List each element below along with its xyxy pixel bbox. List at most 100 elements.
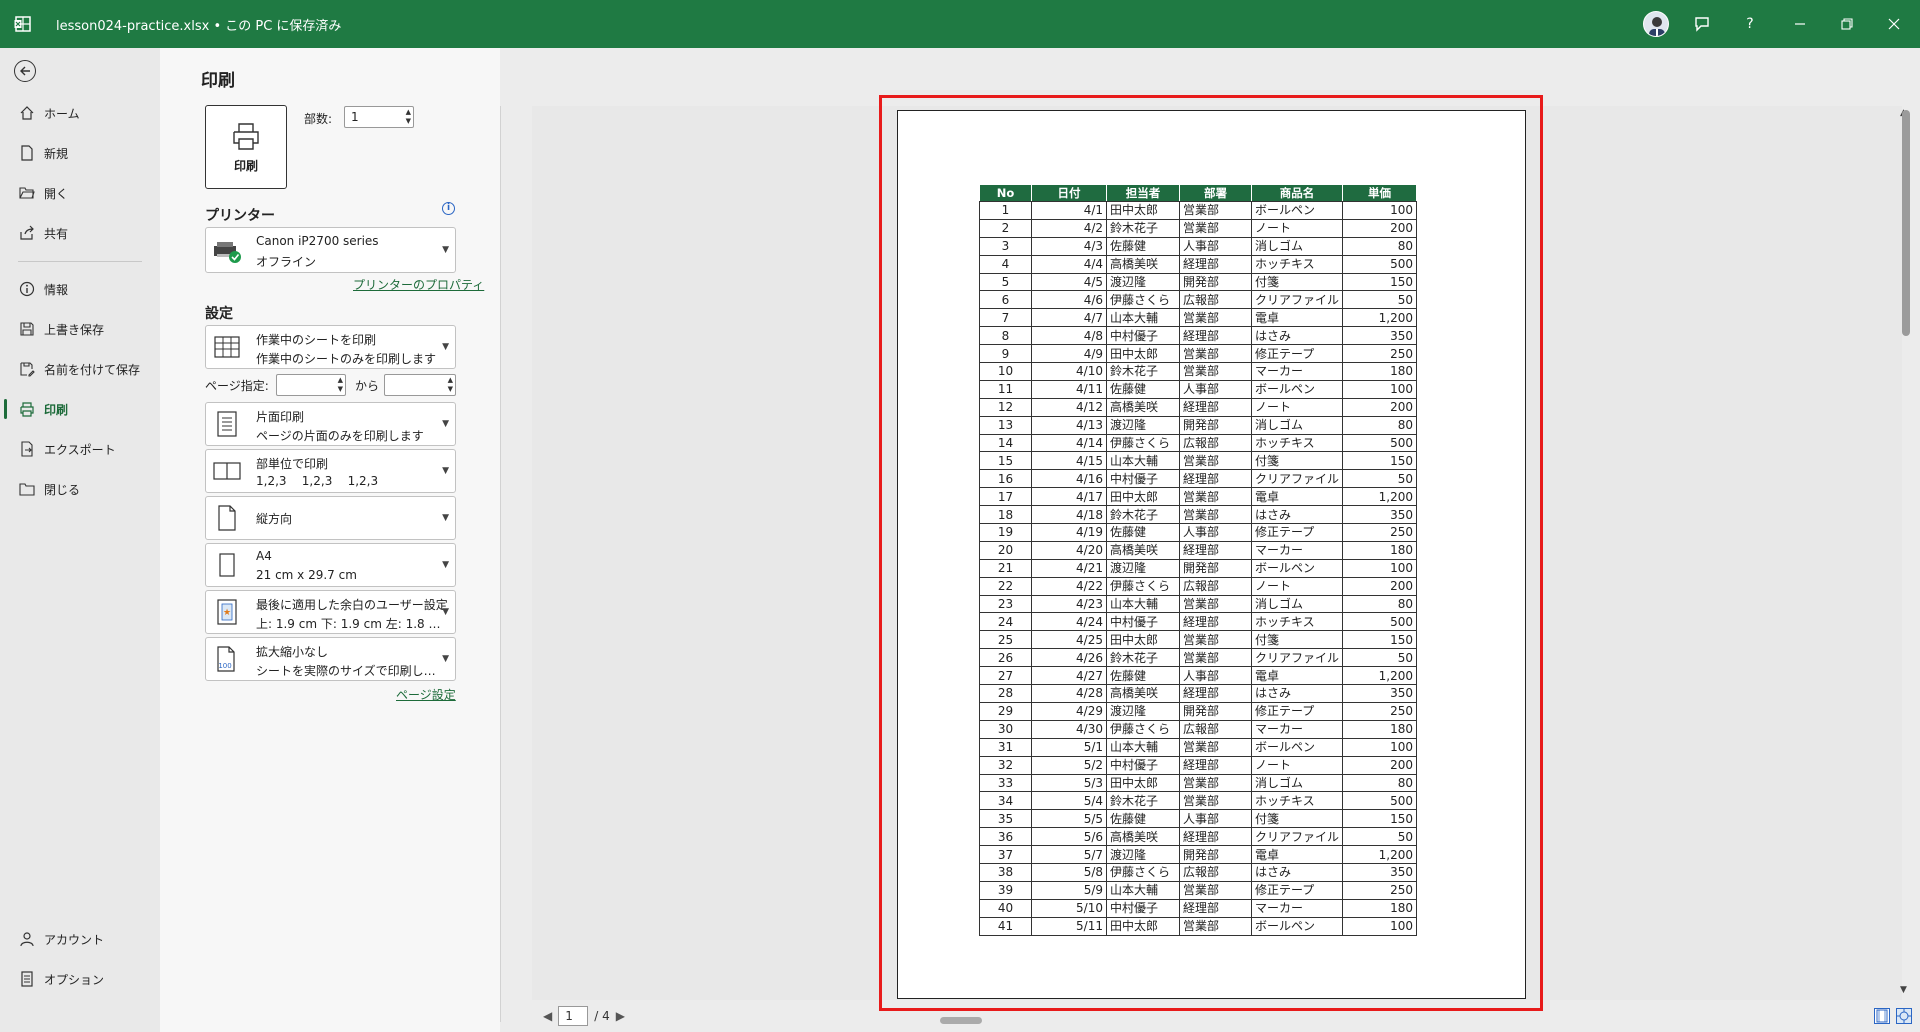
table-cell: 38 xyxy=(979,862,1032,882)
feedback-button[interactable] xyxy=(1682,10,1722,38)
table-cell: 高橋美咲 xyxy=(1106,684,1180,703)
table-cell: 田中太郎 xyxy=(1106,201,1180,220)
user-avatar[interactable] xyxy=(1643,11,1669,37)
next-page-icon[interactable]: ▶ xyxy=(616,1009,625,1023)
minimize-button[interactable] xyxy=(1780,10,1820,38)
table-cell: 消しゴム xyxy=(1250,415,1344,435)
table-cell: 25 xyxy=(979,630,1032,650)
help-button[interactable]: ? xyxy=(1730,10,1770,38)
table-cell: 佐藤健 xyxy=(1106,236,1180,256)
nav-item-account[interactable]: アカウント xyxy=(0,921,160,957)
nav-item-export[interactable]: エクスポート xyxy=(0,431,160,467)
table-cell: 1,200 xyxy=(1342,845,1418,864)
table-cell: ボールペン xyxy=(1250,201,1344,220)
page-setup-link[interactable]: ページ設定 xyxy=(396,686,456,703)
table-cell: 100 xyxy=(1342,916,1418,936)
restore-button[interactable] xyxy=(1827,10,1867,38)
table-row: 6 4/6 伊藤さくら 広報部 クリアファイル 50 xyxy=(979,290,1418,310)
table-row: 31 5/1 山本大輔 営業部 ボールペン 100 xyxy=(979,737,1418,757)
scroll-down-icon[interactable]: ▼ xyxy=(1900,985,1907,995)
table-row: 32 5/2 中村優子 経理部 ノート 200 xyxy=(979,755,1418,775)
chevron-down-icon: ▼ xyxy=(442,607,449,617)
nav-item-info[interactable]: 情報 xyxy=(0,271,160,307)
table-cell: 350 xyxy=(1342,862,1418,882)
chevron-down-icon: ▼ xyxy=(442,342,449,352)
table-cell: 100 xyxy=(1342,558,1418,578)
page-number-input[interactable]: 1 xyxy=(558,1006,589,1026)
orientation-dropdown[interactable]: 縦方向 ▼ xyxy=(205,496,456,540)
copies-label: 部数: xyxy=(304,112,333,126)
scaling-dropdown[interactable]: 100 拡大縮小なし シートを実際のサイズで印刷します ▼ xyxy=(205,637,456,681)
table-cell: 27 xyxy=(979,666,1032,686)
table-row: 39 5/9 山本大輔 営業部 修正テープ 250 xyxy=(979,880,1418,900)
table-cell: 5/10 xyxy=(1031,898,1107,918)
table-cell: 鈴木花子 xyxy=(1106,218,1180,238)
print-button[interactable]: 印刷 xyxy=(205,105,287,189)
printer-properties-link[interactable]: プリンターのプロパティ xyxy=(353,276,484,293)
table-cell: 80 xyxy=(1342,773,1418,793)
paper-size-dropdown[interactable]: A4 21 cm x 29.7 cm ▼ xyxy=(205,543,456,587)
table-cell: 4/12 xyxy=(1031,397,1107,417)
page-from-input[interactable]: ▲ ▼ xyxy=(276,374,346,396)
margins-dropdown[interactable]: ★ 最後に適用した余白のユーザー設定 上: 1.9 cm 下: 1.9 cm 左… xyxy=(205,590,456,634)
table-cell: 渡辺隆 xyxy=(1106,272,1180,292)
table-cell: 29 xyxy=(979,701,1032,721)
table-row: 15 4/15 山本大輔 営業部 付箋 150 xyxy=(979,451,1418,471)
table-cell: クリアファイル xyxy=(1250,469,1344,489)
chevron-down-icon: ▼ xyxy=(442,245,449,255)
collate-dropdown[interactable]: 部単位で印刷 1,2,3 1,2,3 1,2,3 ▼ xyxy=(205,449,456,493)
table-cell: 20 xyxy=(979,540,1032,560)
table-cell: 中村優子 xyxy=(1106,755,1180,775)
zoom-to-page-button[interactable] xyxy=(1896,1008,1912,1024)
page-to-input[interactable]: ▲ ▼ xyxy=(384,374,456,396)
table-row: 18 4/18 鈴木花子 営業部 はさみ 350 xyxy=(979,505,1418,525)
spin-arrows-icon[interactable]: ▲ ▼ xyxy=(338,376,343,394)
table-cell: 田中太郎 xyxy=(1106,773,1180,793)
table-cell: クリアファイル xyxy=(1250,290,1344,310)
nav-item-close[interactable]: 閉じる xyxy=(0,471,160,507)
printer-dropdown[interactable]: Canon iP2700 series オフライン ▼ xyxy=(205,227,456,273)
nav-item-options[interactable]: オプション xyxy=(0,961,160,997)
table-row: 24 4/24 中村優子 経理部 ホッチキス 500 xyxy=(979,612,1418,632)
show-margins-button[interactable] xyxy=(1874,1008,1890,1024)
nav-item-print[interactable]: 印刷 xyxy=(0,391,160,427)
scaling-desc: シートを実際のサイズで印刷します xyxy=(256,664,441,678)
nav-item-share[interactable]: 共有 xyxy=(0,215,160,251)
table-cell: 16 xyxy=(979,469,1032,489)
table-cell: 4/23 xyxy=(1031,594,1107,614)
horizontal-scrollbar[interactable] xyxy=(940,1017,982,1024)
table-cell: 4/26 xyxy=(1031,648,1107,668)
minimize-icon xyxy=(1795,23,1805,25)
close-window-button[interactable] xyxy=(1874,10,1914,38)
vertical-scrollbar[interactable] xyxy=(1902,110,1910,336)
nav-item-open[interactable]: 開く xyxy=(0,175,160,211)
print-what-dropdown[interactable]: 作業中のシートを印刷 作業中のシートのみを印刷します ▼ xyxy=(205,325,456,369)
table-cell: 渡辺隆 xyxy=(1106,845,1180,864)
table-cell: 250 xyxy=(1342,344,1418,364)
sides-dropdown[interactable]: 片面印刷 ページの片面のみを印刷します ▼ xyxy=(205,402,456,446)
spin-arrows-icon[interactable]: ▲ ▼ xyxy=(448,376,453,394)
table-cell: 付箋 xyxy=(1250,451,1344,471)
table-cell: はさみ xyxy=(1250,505,1344,525)
table-cell: 開発部 xyxy=(1179,701,1252,721)
chevron-down-icon: ▼ xyxy=(442,513,449,523)
nav-item-new[interactable]: 新規 xyxy=(0,135,160,171)
copies-value: 1 xyxy=(351,110,359,124)
table-cell: 5/9 xyxy=(1031,880,1107,900)
table-cell: 5/3 xyxy=(1031,773,1107,793)
prev-page-icon[interactable]: ◀ xyxy=(543,1009,552,1023)
sheet-grid-icon xyxy=(212,332,242,362)
back-button[interactable] xyxy=(14,60,36,82)
table-cell: 500 xyxy=(1342,612,1418,632)
table-cell: 4/19 xyxy=(1031,523,1107,542)
table-row: 26 4/26 鈴木花子 営業部 クリアファイル 50 xyxy=(979,648,1418,668)
nav-divider xyxy=(18,261,142,262)
spin-arrows-icon[interactable]: ▲ ▼ xyxy=(406,108,411,126)
nav-item-home[interactable]: ホーム xyxy=(0,95,160,131)
info-icon[interactable]: i xyxy=(442,202,455,215)
total-pages: / 4 xyxy=(594,1009,610,1023)
nav-item-save[interactable]: 上書き保存 xyxy=(0,311,160,347)
copies-input[interactable]: 1 ▲ ▼ xyxy=(344,106,414,128)
nav-item-save-as[interactable]: 名前を付けて保存 xyxy=(0,351,160,387)
nav-item-label: 印刷 xyxy=(44,402,69,417)
